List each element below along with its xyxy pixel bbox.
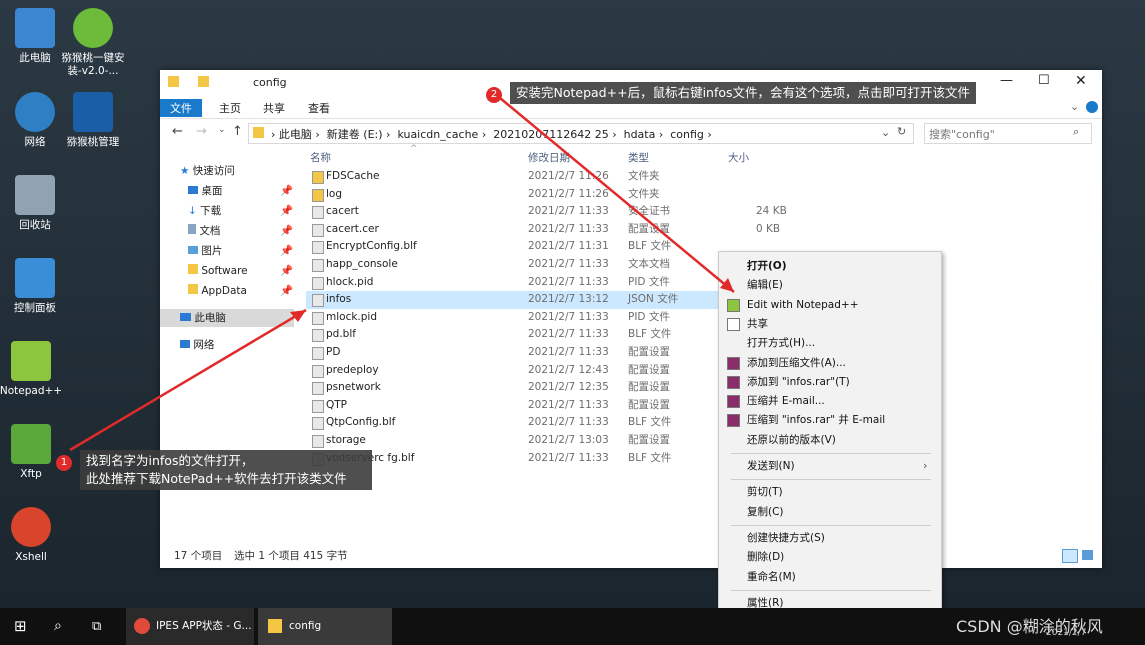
taskbar-chrome[interactable]: IPES APP状态 - G... [126,608,254,645]
search-icon[interactable]: ⌕ [54,608,62,645]
folder-icon [268,619,282,633]
arrow-to-notepad-option [499,97,735,293]
windows-start-icon[interactable]: ⊞ [14,608,27,645]
arrow-head [290,310,306,322]
arrow-to-infos [69,308,307,452]
taskbar: ⊞ ⌕ ⧉ IPES APP状态 - G... config CSDN @糊涂的… [0,608,1145,645]
taskbar-label: IPES APP状态 - G... [156,620,252,632]
callout-badge-2: 2 [486,87,502,103]
chrome-icon [134,618,150,634]
task-view-icon[interactable]: ⧉ [92,608,101,645]
taskbar-explorer[interactable]: config [258,608,392,645]
arrow-head [720,278,734,292]
callout-badge-1: 1 [56,455,72,471]
callout-2: 安装完Notepad++后，鼠标右键infos文件，会有这个选项，点击即可打开该… [510,82,977,104]
callout-1: 找到名字为infos的文件打开， 此处推荐下载NotePad++软件去打开该类文… [80,450,372,490]
taskbar-label: config [289,620,322,632]
watermark: CSDN @糊涂的秋风 [956,617,1103,636]
clock-date: 2021/2/7 [1046,628,1087,638]
